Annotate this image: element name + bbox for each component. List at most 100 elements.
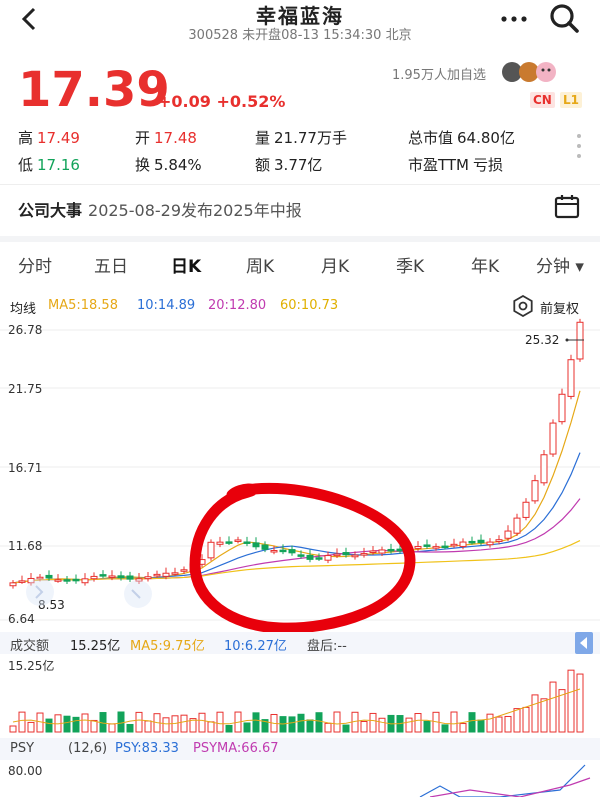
volume-ma10: 10:6.27亿 [224, 639, 287, 654]
candle [423, 539, 431, 549]
volume-legend: 成交额 15.25亿 MA5:9.75亿 10:6.27亿 盘后:-- [0, 632, 600, 654]
ma10-value: 10:14.89 [137, 298, 196, 313]
ma20-value: 20:12.80 [208, 298, 267, 313]
volume-bar [513, 708, 521, 733]
current-price: 17.39 [18, 62, 170, 118]
divider [0, 184, 600, 185]
candle [468, 536, 476, 545]
candle [252, 537, 260, 550]
search-icon[interactable] [548, 2, 580, 34]
volume-bar [63, 715, 71, 733]
price-axis-2: 21.75 [8, 382, 43, 396]
price-axis-4: 11.68 [8, 539, 43, 553]
volume-bar [297, 713, 305, 733]
tab-yearly-k[interactable]: 年K [471, 252, 499, 277]
price-axis-max: 26.78 [8, 323, 43, 337]
volume-bar [477, 719, 485, 733]
tab-minute[interactable]: 分钟 ▾ [536, 252, 584, 277]
calendar-icon[interactable] [554, 193, 580, 219]
volume-bar [216, 711, 224, 733]
cn-badge[interactable]: CN [530, 92, 555, 108]
kline-chart[interactable]: 25.32 8.53 [0, 318, 600, 797]
follower-avatars[interactable] [501, 60, 565, 84]
psy-legend: PSY (12,6) PSY:83.33 PSYMA:66.67 [0, 738, 600, 760]
more-icon[interactable] [498, 4, 530, 30]
volume-bar [360, 721, 368, 733]
volume-after-hours: 盘后:-- [307, 639, 347, 654]
tab-intraday[interactable]: 分时 [18, 252, 52, 277]
volume-bar [459, 723, 467, 733]
ma-legend: 均线 MA5:18.58 10:14.89 20:12.80 60:10.73 … [0, 294, 600, 318]
candle [567, 354, 575, 400]
candle [126, 571, 134, 583]
volume-bar [81, 713, 89, 733]
price-axis-3: 16.71 [8, 461, 43, 475]
candle [306, 549, 314, 563]
volume-bars [9, 669, 584, 733]
candle [324, 551, 332, 564]
volume-bar [18, 711, 26, 733]
tab-daily-k[interactable]: 日K [171, 252, 201, 277]
candle [207, 539, 215, 561]
volume-bar [414, 713, 422, 733]
volume-bar [567, 669, 575, 733]
settings-icon[interactable] [512, 295, 534, 317]
adjust-mode[interactable]: 前复权 [540, 298, 579, 317]
volume-bar [207, 721, 215, 733]
l1-badge[interactable]: L1 [560, 92, 582, 108]
volume-bar [27, 721, 35, 733]
candle [144, 572, 152, 582]
candle [549, 419, 557, 457]
stat-high: 高 17.49 [18, 129, 80, 147]
tab-weekly-k[interactable]: 周K [246, 252, 274, 277]
volume-bar [540, 698, 548, 733]
expand-stats-icon[interactable] [574, 132, 584, 160]
volume-bar [72, 716, 80, 733]
stat-turnover: 换 5.84% [135, 156, 202, 174]
tab-quarterly-k[interactable]: 季K [396, 252, 424, 277]
candle [558, 388, 566, 425]
ma10-line [12, 452, 581, 584]
ma20-line [12, 498, 581, 584]
ma5-value: MA5:18.58 [48, 298, 118, 313]
stat-pe: 市盈TTM 亏损 [408, 156, 504, 174]
volume-bar [378, 717, 386, 733]
volume-bar [45, 718, 53, 733]
company-event[interactable]: 公司大事 2025-08-29发布2025年中报 [18, 197, 302, 221]
candle [81, 573, 89, 586]
volume-bar [450, 711, 458, 733]
volume-bar [504, 715, 512, 733]
stat-volume: 量 21.77万手 [255, 129, 347, 147]
ma-label: 均线 [10, 302, 37, 317]
collapse-panel-icon[interactable] [575, 632, 593, 654]
candle [225, 536, 233, 546]
candle [540, 450, 548, 486]
volume-bar [180, 714, 188, 733]
candle [360, 547, 368, 558]
volume-bar [198, 712, 206, 733]
volume-axis-max: 15.25亿 [8, 659, 55, 673]
volume-bar [468, 712, 476, 733]
followers-count[interactable]: 1.95万人加自选 [392, 64, 486, 83]
psy-label[interactable]: PSY [10, 741, 34, 756]
tab-five-day[interactable]: 五日 [94, 252, 128, 277]
tab-monthly-k[interactable]: 月K [321, 252, 349, 277]
volume-bar [162, 717, 170, 733]
volume-bar [531, 694, 539, 733]
candle [72, 574, 80, 584]
psy-axis-max: 80.00 [8, 764, 43, 778]
candle [90, 572, 98, 582]
volume-bar [225, 724, 233, 733]
volume-value: 15.25亿 [70, 639, 121, 654]
scroll-hint-icon[interactable] [26, 578, 152, 608]
psy-line [419, 764, 586, 797]
candle [315, 553, 323, 562]
volume-bar [522, 706, 530, 733]
candle [99, 570, 107, 579]
volume-bar [576, 673, 584, 733]
volume-bar [252, 712, 260, 733]
volume-bar [342, 724, 350, 733]
volume-bar [117, 711, 125, 733]
section-gap [0, 236, 600, 242]
price-change: +0.09 +0.52% [158, 92, 286, 111]
